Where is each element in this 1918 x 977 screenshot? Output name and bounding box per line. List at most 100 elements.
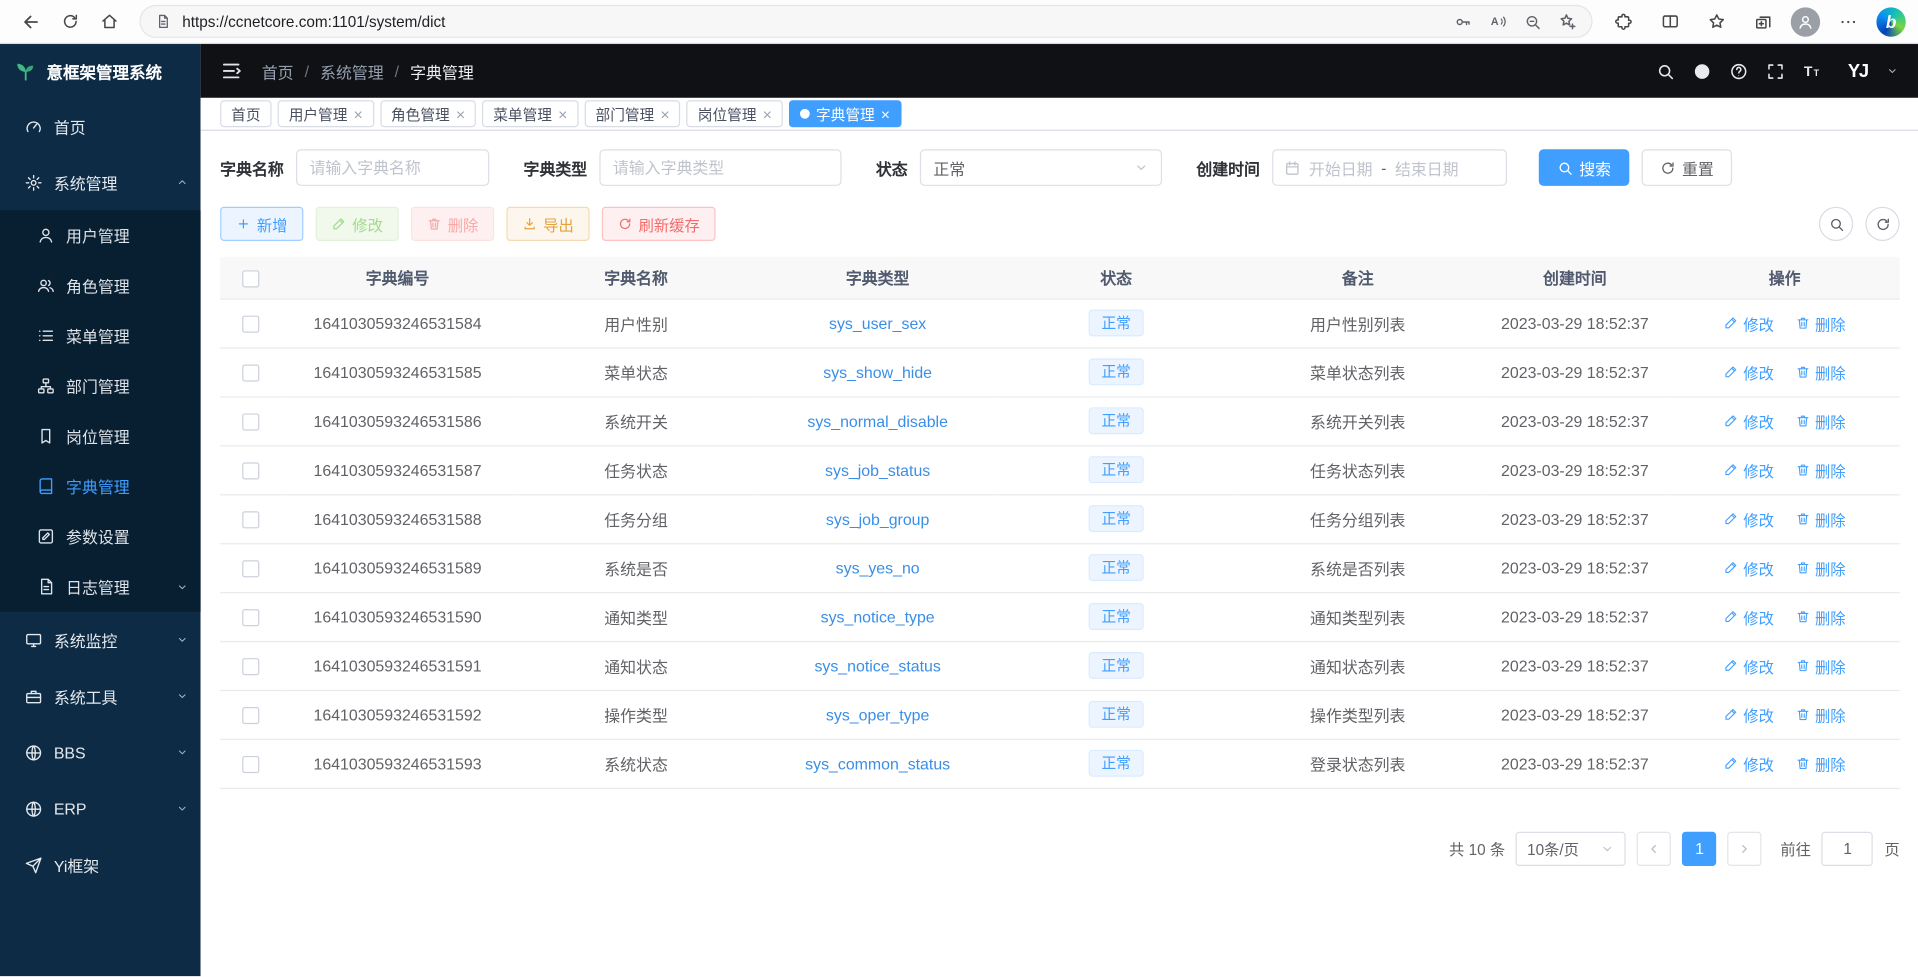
- date-range-picker[interactable]: 开始日期 - 结束日期: [1272, 149, 1507, 186]
- tab-home[interactable]: 首页: [220, 100, 271, 127]
- row-checkbox[interactable]: [242, 511, 259, 528]
- tab-dept[interactable]: 部门管理 ×: [585, 100, 681, 127]
- copilot-icon[interactable]: b: [1876, 7, 1905, 36]
- edit-row-button[interactable]: 修改: [1724, 654, 1774, 677]
- tab-role[interactable]: 角色管理 ×: [380, 100, 476, 127]
- delete-row-button[interactable]: 删除: [1795, 409, 1845, 432]
- site-info-icon[interactable]: [155, 13, 171, 29]
- delete-row-button[interactable]: 删除: [1795, 311, 1845, 334]
- sidebar-item-role[interactable]: 角色管理: [0, 261, 201, 311]
- next-page-button[interactable]: [1728, 831, 1762, 865]
- url-text[interactable]: https://ccnetcore.com:1101/system/dict: [182, 13, 1443, 30]
- edit-row-button[interactable]: 修改: [1724, 360, 1774, 383]
- read-aloud-icon[interactable]: [1489, 12, 1507, 30]
- address-bar[interactable]: https://ccnetcore.com:1101/system/dict: [139, 5, 1592, 38]
- user-logo[interactable]: YJ: [1848, 61, 1868, 82]
- sidebar-item-config[interactable]: 参数设置: [0, 511, 201, 561]
- dict-type-link[interactable]: sys_job_status: [825, 461, 930, 479]
- close-tab-icon[interactable]: ×: [354, 106, 363, 122]
- row-checkbox[interactable]: [242, 364, 259, 381]
- toggle-search-button[interactable]: [1819, 207, 1853, 241]
- dict-type-link[interactable]: sys_oper_type: [826, 705, 929, 723]
- delete-row-button[interactable]: 删除: [1795, 556, 1845, 579]
- current-page-button[interactable]: 1: [1682, 831, 1716, 865]
- refresh-button[interactable]: [51, 3, 88, 40]
- close-tab-icon[interactable]: ×: [558, 106, 567, 122]
- close-tab-icon[interactable]: ×: [763, 106, 772, 122]
- github-button[interactable]: [1692, 62, 1710, 80]
- sidebar-item-bbs[interactable]: BBS: [0, 724, 201, 780]
- edit-row-button[interactable]: 修改: [1724, 703, 1774, 726]
- favorite-add-icon[interactable]: [1558, 12, 1576, 30]
- dict-type-input[interactable]: [599, 149, 841, 186]
- delete-row-button[interactable]: 删除: [1795, 360, 1845, 383]
- tab-post[interactable]: 岗位管理 ×: [687, 100, 783, 127]
- row-checkbox[interactable]: [242, 462, 259, 479]
- dict-type-link[interactable]: sys_job_group: [826, 509, 929, 527]
- sidebar-item-yi[interactable]: Yi框架: [0, 837, 201, 893]
- delete-row-button[interactable]: 删除: [1795, 654, 1845, 677]
- breadcrumb-item[interactable]: 首页: [262, 59, 294, 82]
- dict-type-link[interactable]: sys_notice_status: [814, 656, 940, 674]
- delete-row-button[interactable]: 删除: [1795, 703, 1845, 726]
- goto-page-input[interactable]: [1822, 831, 1873, 865]
- sidebar-item-home[interactable]: 首页: [0, 98, 201, 154]
- row-checkbox[interactable]: [242, 315, 259, 332]
- sidebar-item-dept[interactable]: 部门管理: [0, 361, 201, 411]
- refresh-table-button[interactable]: [1865, 207, 1899, 241]
- sidebar-toggle-button[interactable]: [220, 60, 242, 82]
- row-checkbox[interactable]: [242, 756, 259, 773]
- browser-menu-button[interactable]: [1830, 3, 1867, 40]
- reset-button[interactable]: 重置: [1642, 149, 1733, 186]
- sidebar-item-monitor[interactable]: 系统监控: [0, 612, 201, 668]
- edit-row-button[interactable]: 修改: [1724, 458, 1774, 481]
- favorites-button[interactable]: [1698, 3, 1735, 40]
- edit-row-button[interactable]: 修改: [1724, 409, 1774, 432]
- sidebar-item-log[interactable]: 日志管理: [0, 561, 201, 611]
- back-button[interactable]: [12, 3, 49, 40]
- delete-button[interactable]: 删除: [411, 207, 494, 241]
- row-checkbox[interactable]: [242, 413, 259, 430]
- help-button[interactable]: [1729, 62, 1747, 80]
- dict-type-link[interactable]: sys_notice_type: [821, 607, 935, 625]
- tab-dict[interactable]: 字典管理 ×: [789, 100, 901, 127]
- dict-type-link[interactable]: sys_yes_no: [836, 558, 920, 576]
- sidebar-item-menu[interactable]: 菜单管理: [0, 311, 201, 361]
- close-tab-icon[interactable]: ×: [456, 106, 465, 122]
- close-tab-icon[interactable]: ×: [660, 106, 669, 122]
- fullscreen-button[interactable]: [1766, 62, 1784, 80]
- close-tab-icon[interactable]: ×: [881, 106, 890, 122]
- prev-page-button[interactable]: [1637, 831, 1671, 865]
- search-button[interactable]: 搜索: [1539, 149, 1630, 186]
- extensions-button[interactable]: [1605, 3, 1642, 40]
- dict-type-link[interactable]: sys_show_hide: [823, 363, 932, 381]
- delete-row-button[interactable]: 删除: [1795, 605, 1845, 628]
- split-screen-button[interactable]: [1651, 3, 1688, 40]
- edit-row-button[interactable]: 修改: [1724, 556, 1774, 579]
- sidebar-item-post[interactable]: 岗位管理: [0, 411, 201, 461]
- header-search-button[interactable]: [1656, 62, 1674, 80]
- dict-type-link[interactable]: sys_normal_disable: [807, 412, 948, 430]
- dict-name-input[interactable]: [296, 149, 489, 186]
- edit-row-button[interactable]: 修改: [1724, 507, 1774, 530]
- collections-button[interactable]: [1744, 3, 1781, 40]
- user-menu-button[interactable]: [1886, 64, 1898, 76]
- sidebar-item-tool[interactable]: 系统工具: [0, 668, 201, 724]
- dict-type-link[interactable]: sys_common_status: [805, 754, 950, 772]
- sidebar-item-erp[interactable]: ERP: [0, 780, 201, 836]
- status-select[interactable]: 正常: [920, 149, 1162, 186]
- edit-button[interactable]: 修改: [316, 207, 399, 241]
- edit-row-button[interactable]: 修改: [1724, 311, 1774, 334]
- delete-row-button[interactable]: 删除: [1795, 458, 1845, 481]
- key-icon[interactable]: [1454, 13, 1471, 30]
- profile-avatar[interactable]: [1791, 7, 1820, 36]
- sidebar-item-system[interactable]: 系统管理: [0, 154, 201, 210]
- row-checkbox[interactable]: [242, 560, 259, 577]
- breadcrumb-item[interactable]: 系统管理: [320, 59, 384, 82]
- font-size-button[interactable]: [1803, 61, 1823, 81]
- sidebar-item-user[interactable]: 用户管理: [0, 210, 201, 260]
- select-all-checkbox[interactable]: [242, 270, 259, 287]
- home-button[interactable]: [91, 3, 128, 40]
- dict-type-link[interactable]: sys_user_sex: [829, 314, 926, 332]
- page-size-select[interactable]: 10条/页: [1516, 831, 1626, 865]
